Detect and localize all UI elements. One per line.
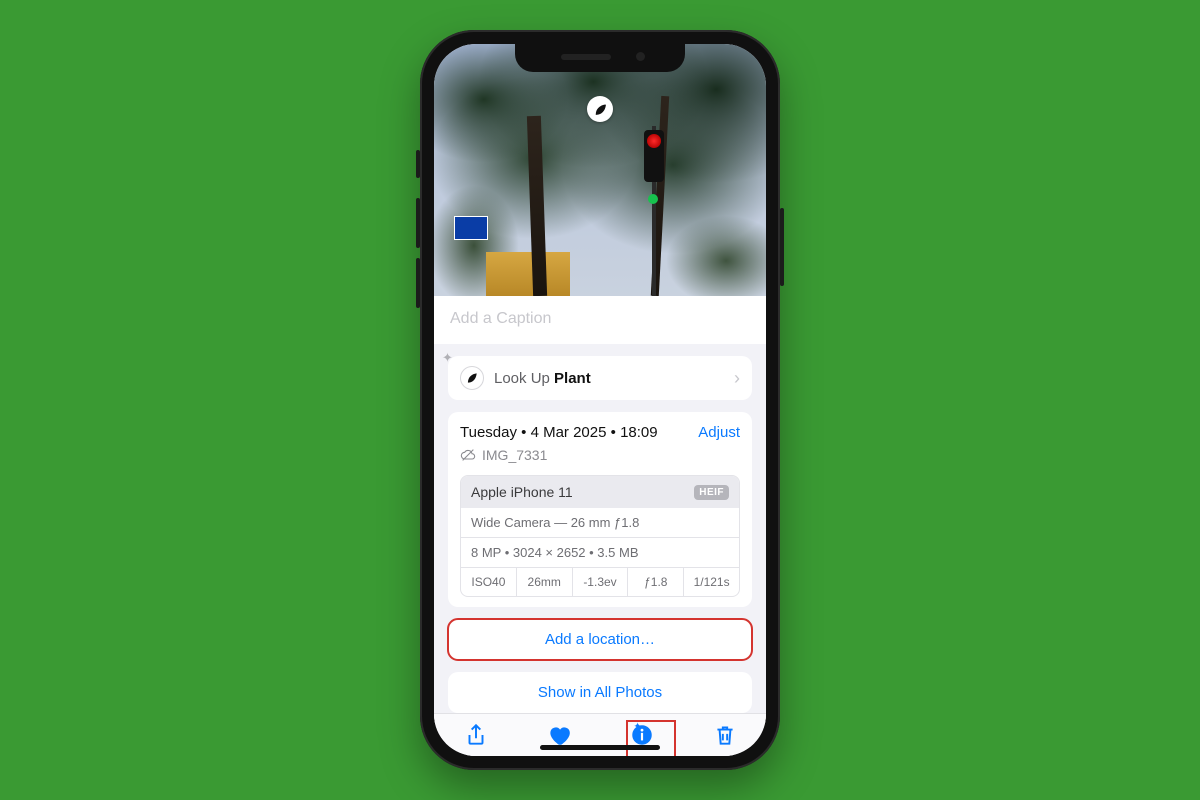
exif-ev: -1.3ev (572, 568, 628, 596)
share-icon (463, 722, 489, 748)
trash-icon (712, 722, 738, 748)
bottom-toolbar: ✦ (434, 713, 766, 756)
sparkle-icon: ✦ (442, 350, 453, 366)
visual-lookup-badge[interactable] (587, 96, 613, 122)
add-location-button[interactable]: Add a location… (448, 619, 752, 660)
caption-field[interactable] (434, 296, 766, 344)
info-panel: ✦ Look Up Plant › Tuesday • 4 Mar 2025 •… (434, 296, 766, 756)
iphone-frame: ✦ Look Up Plant › Tuesday • 4 Mar 2025 •… (420, 30, 780, 770)
trash-button[interactable] (704, 714, 746, 756)
photo-filename: IMG_7331 (460, 447, 658, 463)
exif-aperture: ƒ1.8 (627, 568, 683, 596)
caption-input[interactable] (450, 310, 750, 328)
volume-down-button[interactable] (416, 258, 420, 308)
info-button-highlight (628, 722, 674, 756)
adjust-button[interactable]: Adjust (698, 424, 740, 441)
lens-info: Wide Camera — 26 mm ƒ1.8 (461, 508, 739, 537)
chevron-right-icon: › (734, 368, 740, 389)
leaf-icon (593, 102, 608, 117)
show-in-all-photos-button[interactable]: Show in All Photos (448, 672, 752, 713)
metadata-card: Tuesday • 4 Mar 2025 • 18:09 IMG_7331 Ad… (448, 412, 752, 607)
screen: ✦ Look Up Plant › Tuesday • 4 Mar 2025 •… (434, 44, 766, 756)
device-model: Apple iPhone 11 (471, 484, 573, 500)
lookup-row[interactable]: ✦ Look Up Plant › (448, 356, 752, 400)
power-button[interactable] (780, 208, 784, 286)
notch (515, 44, 685, 72)
exif-iso: ISO40 (461, 568, 516, 596)
mute-switch[interactable] (416, 150, 420, 178)
cloud-off-icon (460, 447, 476, 463)
share-button[interactable] (455, 714, 497, 756)
exif-row: ISO40 26mm -1.3ev ƒ1.8 1/121s (461, 567, 739, 596)
photo-preview[interactable] (434, 44, 766, 296)
exif-shutter: 1/121s (683, 568, 739, 596)
exif-focal: 26mm (516, 568, 572, 596)
lookup-label: Look Up Plant (494, 370, 591, 387)
leaf-icon (460, 366, 484, 390)
device-info: Apple iPhone 11 HEIF Wide Camera — 26 mm… (460, 475, 740, 597)
resolution-info: 8 MP • 3024 × 2652 • 3.5 MB (461, 537, 739, 567)
volume-up-button[interactable] (416, 198, 420, 248)
photo-date: Tuesday • 4 Mar 2025 • 18:09 (460, 424, 658, 441)
format-badge: HEIF (694, 485, 729, 500)
home-indicator[interactable] (540, 745, 660, 750)
